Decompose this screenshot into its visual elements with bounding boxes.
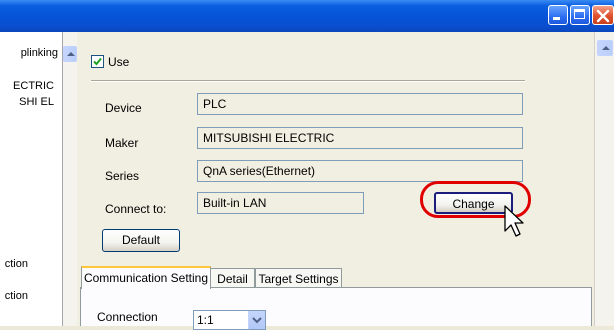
left-scrollbar[interactable] (62, 32, 77, 326)
tab-target-settings[interactable]: Target Settings (255, 268, 342, 289)
chevron-down-icon (252, 317, 262, 324)
maximize-button[interactable] (570, 5, 590, 25)
minimize-button[interactable] (548, 5, 568, 25)
minimize-icon (553, 17, 560, 20)
scroll-up-button[interactable] (597, 40, 613, 56)
connect-to-label: Connect to: (105, 202, 167, 216)
tab-detail[interactable]: Detail (210, 268, 255, 289)
left-panel-item: ction (4, 290, 28, 302)
left-panel-item: SHI EL (19, 96, 54, 108)
maker-label: Maker (105, 136, 139, 150)
close-icon (596, 9, 610, 23)
left-panel-item: ECTRIC (13, 80, 54, 92)
close-button[interactable] (592, 5, 614, 25)
left-panel-item[interactable]: plinking (21, 47, 58, 59)
connection-select-value: 1:1 (197, 313, 214, 327)
use-checkbox-label: Use (108, 55, 130, 69)
series-label: Series (105, 169, 140, 183)
series-field: QnA series(Ethernet) (197, 160, 523, 182)
right-scrollbar[interactable] (594, 32, 614, 326)
device-field: PLC (197, 93, 523, 115)
dropdown-button[interactable] (248, 311, 265, 329)
divider (91, 80, 525, 82)
chevron-up-icon (602, 46, 610, 50)
change-button[interactable]: Change (434, 192, 513, 214)
maximize-icon (574, 9, 585, 19)
mouse-cursor-icon (504, 205, 524, 237)
use-checkbox[interactable] (91, 55, 104, 68)
left-panel: plinking ECTRIC SHI EL ction ction (0, 32, 62, 326)
scroll-up-button[interactable] (63, 46, 77, 62)
connection-label: Connection (97, 310, 158, 324)
checkmark-icon (93, 57, 102, 66)
chevron-up-icon (67, 52, 75, 56)
tab-communication-setting[interactable]: Communication Setting (81, 266, 211, 289)
default-button[interactable]: Default (102, 229, 180, 252)
connect-to-field: Built-in LAN (197, 192, 364, 214)
connection-select[interactable]: 1:1 (193, 310, 266, 330)
device-label: Device (105, 101, 142, 115)
left-panel-item: ction (4, 258, 28, 270)
maker-field: MITSUBISHI ELECTRIC (197, 127, 523, 149)
window-titlebar (0, 0, 614, 32)
